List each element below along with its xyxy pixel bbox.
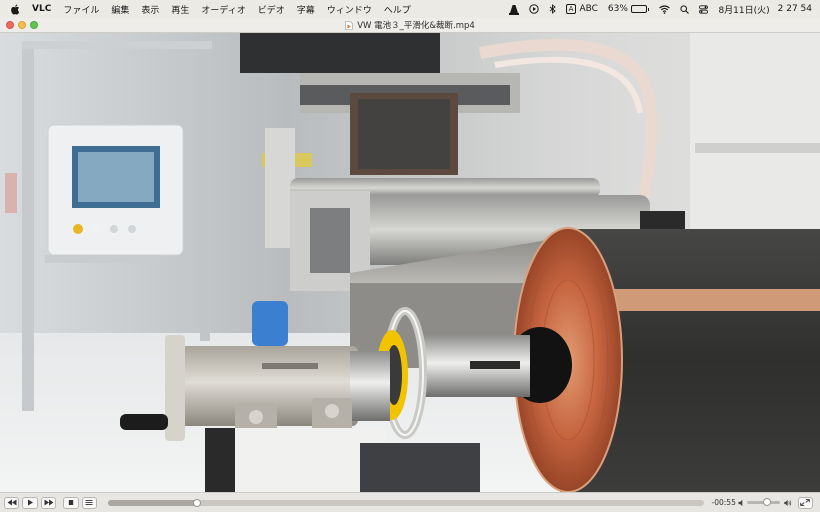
now-playing-icon[interactable]: [528, 4, 539, 14]
zoom-window-button[interactable]: [30, 21, 38, 29]
playlist-button[interactable]: [81, 496, 98, 509]
play-button[interactable]: [22, 496, 38, 509]
stop-button[interactable]: [63, 496, 79, 509]
menu-help[interactable]: ヘルプ: [384, 3, 411, 16]
wifi-icon[interactable]: [659, 4, 671, 14]
bluetooth-icon[interactable]: [549, 4, 556, 14]
video-file-icon[interactable]: [345, 20, 354, 30]
playlist-icon: [85, 500, 93, 505]
volume-slider[interactable]: [747, 498, 780, 506]
control-center-icon[interactable]: [699, 4, 709, 14]
menu-file[interactable]: ファイル: [63, 3, 99, 16]
playback-control-bar: -00:55: [0, 492, 820, 512]
remaining-time[interactable]: -00:55: [712, 498, 736, 507]
menu-audio[interactable]: オーディオ: [201, 3, 245, 16]
vlc-cone-icon[interactable]: [508, 4, 519, 15]
fullscreen-button[interactable]: [797, 496, 813, 509]
menu-video[interactable]: ビデオ: [258, 3, 285, 16]
play-icon: [28, 499, 34, 506]
app-menu-vlc[interactable]: VLC: [32, 4, 51, 14]
volume-high-icon[interactable]: [784, 499, 792, 507]
menu-window[interactable]: ウィンドウ: [327, 3, 372, 16]
menubar-clock[interactable]: 2 27 54: [778, 4, 812, 14]
menu-view[interactable]: 表示: [141, 3, 159, 16]
input-source-menu[interactable]: A ABC: [565, 4, 598, 14]
volume-handle[interactable]: [763, 498, 772, 506]
volume-low-icon[interactable]: [737, 499, 746, 507]
input-source-label: ABC: [579, 4, 598, 14]
apple-logo-icon[interactable]: [10, 3, 20, 15]
rewind-button[interactable]: [4, 496, 20, 509]
battery-status[interactable]: 63%: [608, 4, 650, 14]
menubar-date[interactable]: 8月11日(火): [718, 3, 769, 16]
menu-edit[interactable]: 編集: [111, 3, 129, 16]
window-title: VW 電池３_平滑化&裁断.mp4: [357, 21, 475, 31]
menu-bar: VLC ファイル 編集 表示 再生 オーディオ ビデオ 字幕 ウィンドウ ヘルプ…: [0, 0, 820, 18]
battery-percent: 63%: [607, 4, 628, 14]
fast-forward-icon: [44, 499, 54, 506]
rewind-icon: [7, 499, 17, 506]
video-frame[interactable]: [0, 33, 820, 492]
seek-timeline[interactable]: [108, 498, 704, 507]
spotlight-search-icon[interactable]: [680, 4, 690, 14]
menu-playback[interactable]: 再生: [171, 3, 189, 16]
input-source-a-icon: A: [565, 4, 577, 14]
fullscreen-icon: [800, 499, 810, 506]
window-controls: [6, 21, 42, 29]
stop-icon: [68, 500, 74, 505]
menu-subtitles[interactable]: 字幕: [297, 3, 315, 16]
close-window-button[interactable]: [6, 21, 14, 29]
window-title-bar[interactable]: VW 電池３_平滑化&裁断.mp4: [0, 18, 820, 33]
minimize-window-button[interactable]: [18, 21, 26, 29]
battery-icon: [630, 5, 647, 13]
fast-forward-button[interactable]: [40, 496, 57, 509]
